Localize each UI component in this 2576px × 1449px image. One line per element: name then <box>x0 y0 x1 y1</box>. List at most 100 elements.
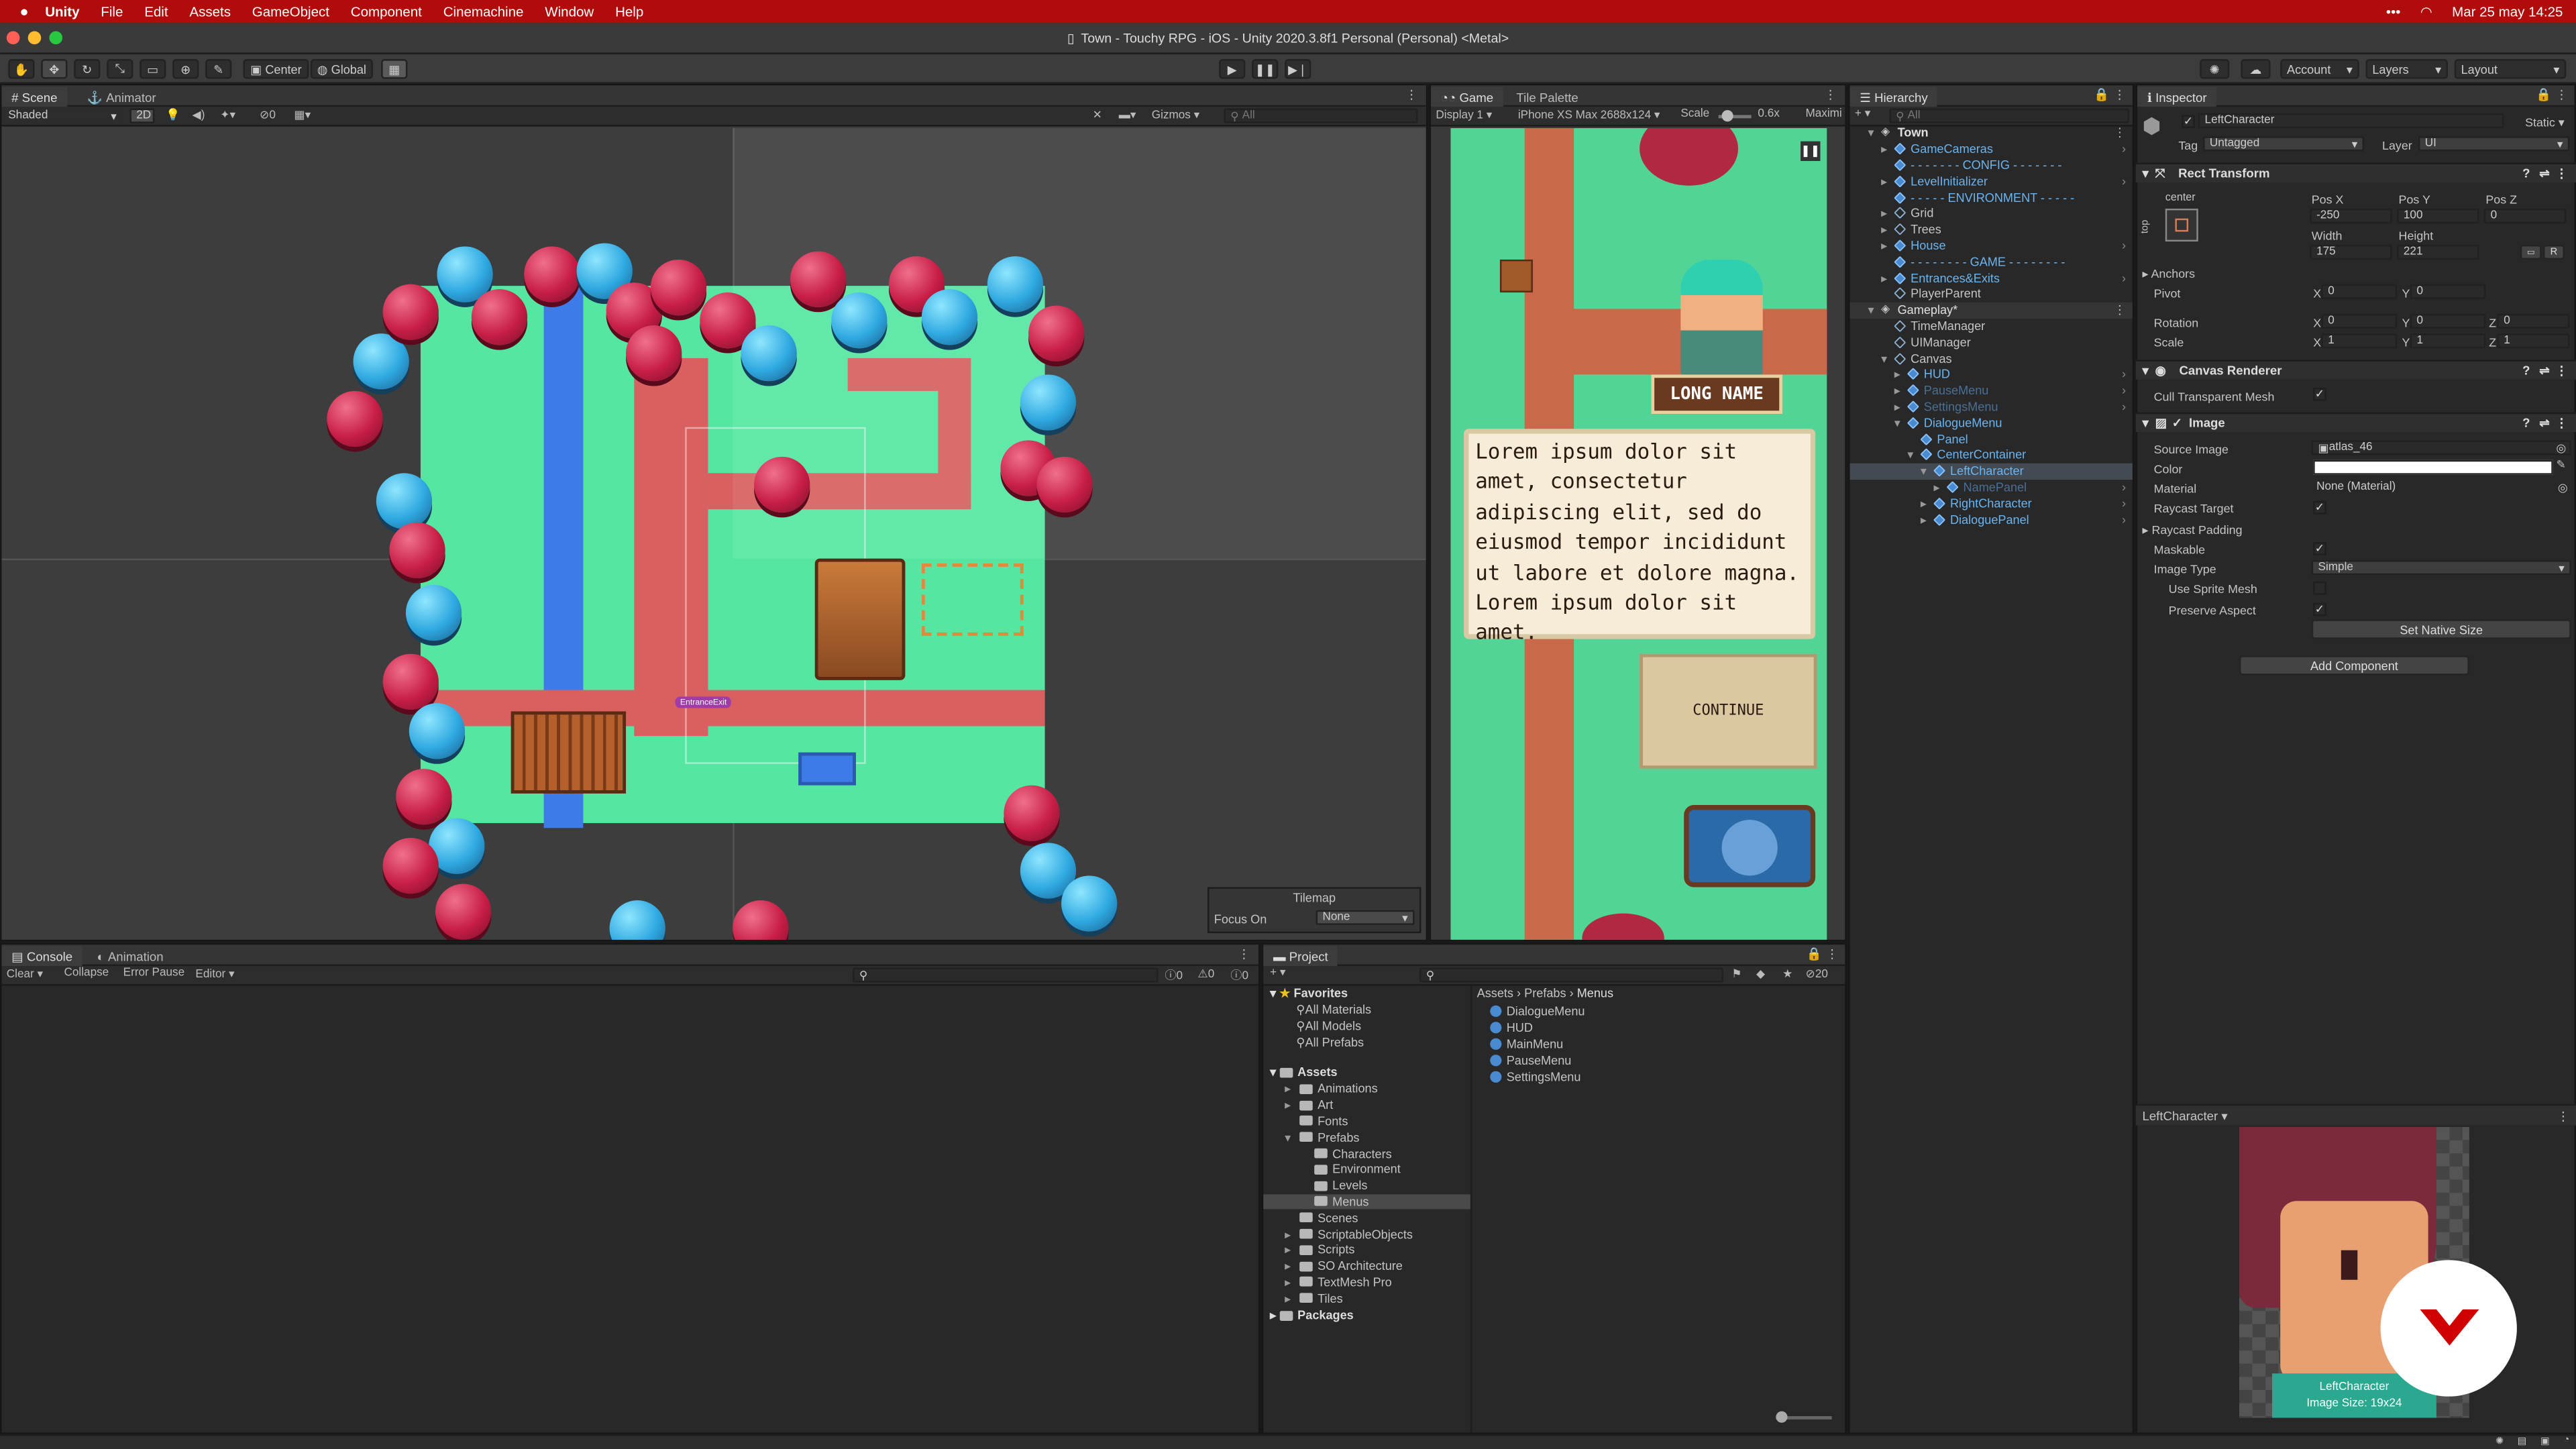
log-count-toggle[interactable]: ⓘ0 <box>1165 967 1183 983</box>
create-asset-button[interactable]: + ▾ <box>1270 966 1285 979</box>
shading-dropdown[interactable]: Shaded ▾ <box>3 108 122 123</box>
raycast-padding-foldout[interactable]: ▸ Raycast Padding <box>2142 523 2242 537</box>
zoom-slider[interactable] <box>1776 1411 1832 1423</box>
cull-mesh-checkbox[interactable]: ✓ <box>2313 387 2326 401</box>
prefab-open-chevron-icon[interactable]: › <box>2122 512 2126 527</box>
prefab-open-chevron-icon[interactable]: › <box>2122 367 2126 382</box>
grid-snap-icon[interactable]: ▦ <box>381 59 408 79</box>
project-folder-item[interactable]: ▸ SO Architecture <box>1263 1258 1470 1274</box>
posx-field[interactable]: -250 <box>2310 209 2392 224</box>
hierarchy-row[interactable]: Panel <box>1850 431 2133 447</box>
status-icon[interactable]: ▣ <box>2540 1436 2550 1448</box>
hierarchy-row[interactable]: TimeManager <box>1850 318 2133 334</box>
component-menu-icon[interactable]: ⋮ <box>2555 166 2568 180</box>
posy-field[interactable]: 100 <box>2397 209 2479 224</box>
favorite-star-icon[interactable]: ★ <box>1782 967 1792 981</box>
scale-slider-thumb[interactable] <box>1721 110 1733 122</box>
hidden-objects-icon[interactable]: ⊘0 <box>260 109 276 121</box>
favorite-item[interactable]: ⚲ All Materials <box>1263 1002 1470 1018</box>
zoom-window-button[interactable] <box>49 31 63 45</box>
chevron-right-icon[interactable]: ▸ <box>1894 399 1908 414</box>
chevron-right-icon[interactable]: ▸ <box>1881 238 1894 253</box>
layer-dropdown[interactable]: UI ▾ <box>2418 136 2570 152</box>
maximize-toggle[interactable]: Maximi <box>1805 109 1841 120</box>
zoom-slider-thumb[interactable] <box>1776 1411 1788 1423</box>
preset-icon[interactable]: ⇌ <box>2539 416 2550 431</box>
use-sprite-mesh-checkbox[interactable] <box>2313 581 2326 595</box>
favorite-item[interactable]: ⚲ All Models <box>1263 1018 1470 1034</box>
console-search-input[interactable]: ⚲ <box>853 967 1159 983</box>
editor-dropdown[interactable]: Editor ▾ <box>195 967 234 981</box>
project-file-item[interactable]: SettingsMenu <box>1487 1068 1840 1084</box>
hidden-packages-toggle[interactable]: ⊘20 <box>1805 967 1827 981</box>
hierarchy-row[interactable]: ▾ ◈ Gameplay* ⋮ <box>1849 302 2133 319</box>
hierarchy-row[interactable]: ▸ HUD › <box>1850 366 2133 382</box>
menu-gameobject[interactable]: GameObject <box>252 3 329 19</box>
hierarchy-search-input[interactable]: ⚲ All <box>1889 108 2129 123</box>
account-dropdown[interactable]: Account ▾ <box>2280 59 2359 79</box>
hierarchy-row[interactable]: ▸ Grid <box>1850 205 2133 221</box>
hierarchy-row[interactable]: ▾ LeftCharacter <box>1849 463 2133 480</box>
object-name-field[interactable]: LeftCharacter <box>2198 113 2504 129</box>
chevron-right-icon[interactable]: ▸ <box>1285 1258 1299 1273</box>
favorites-header[interactable]: ▾ ★ Favorites <box>1263 985 1470 1002</box>
packages-header[interactable]: ▸ Packages <box>1263 1307 1470 1324</box>
project-file-item[interactable]: PauseMenu <box>1487 1052 1840 1068</box>
hierarchy-row[interactable]: - - - - - - - CONFIG - - - - - - - <box>1850 157 2133 173</box>
error-pause-button[interactable]: Error Pause <box>123 967 184 979</box>
project-file-item[interactable]: HUD <box>1487 1020 1840 1036</box>
help-icon[interactable]: ? <box>2522 166 2530 180</box>
tab-scene[interactable]: # Scene <box>1 87 68 107</box>
menu-assets[interactable]: Assets <box>189 3 231 19</box>
material-field[interactable]: None (Material) ◎ <box>2312 480 2571 494</box>
height-field[interactable]: 221 <box>2397 244 2479 260</box>
breadcrumb-menus[interactable]: Menus <box>1577 985 1613 1000</box>
prefab-open-chevron-icon[interactable]: › <box>2122 270 2126 285</box>
scene-menu-icon[interactable]: ⋮ <box>2114 125 2126 140</box>
menu-component[interactable]: Component <box>351 3 422 19</box>
rotation-z-field[interactable]: 0 <box>2497 313 2570 329</box>
anchors-foldout[interactable]: ▸ Anchors <box>2142 266 2195 281</box>
object-picker-icon[interactable]: ◎ <box>2558 480 2568 494</box>
blueprint-mode-button[interactable]: ▭ <box>2520 244 2542 260</box>
wifi-icon[interactable]: ◠ <box>2420 3 2432 19</box>
help-icon[interactable]: ? <box>2522 416 2530 431</box>
tab-tile-palette[interactable]: Tile Palette <box>1507 87 1589 107</box>
pivot-y-field[interactable]: 0 <box>2410 284 2486 299</box>
hierarchy-row[interactable]: - - - - - - - - GAME - - - - - - - - <box>1850 254 2133 270</box>
hierarchy-row[interactable]: UIManager <box>1850 334 2133 350</box>
chevron-right-icon[interactable]: ▸ <box>1881 222 1894 237</box>
warning-count-toggle[interactable]: ⚠0 <box>1197 967 1214 981</box>
enable-checkbox-icon[interactable]: ✓ <box>2172 416 2183 431</box>
object-picker-icon[interactable]: ◎ <box>2556 442 2566 453</box>
lock-icon[interactable]: 🔒 <box>2536 87 2551 102</box>
chevron-down-icon[interactable]: ▾ <box>1894 415 1908 430</box>
menubar-datetime[interactable]: Mar 25 may 14:25 <box>2452 3 2563 19</box>
rect-tool-icon[interactable]: ▭ <box>140 59 166 79</box>
help-icon[interactable]: ? <box>2522 363 2530 378</box>
project-folder-item[interactable]: Scenes <box>1263 1210 1470 1226</box>
collapse-button[interactable]: Collapse <box>64 967 109 979</box>
panel-menu-icon[interactable]: ⋮ <box>2557 1108 2570 1123</box>
camera-icon[interactable]: ▬▾ <box>1119 109 1136 121</box>
continue-button[interactable]: CONTINUE <box>1640 653 1817 769</box>
status-icon[interactable]: ✺ <box>2496 1436 2504 1448</box>
prefab-open-chevron-icon[interactable]: › <box>2122 174 2126 189</box>
rect-transform-header[interactable]: ▾ ⤧ Rect Transform ? ⇌ ⋮ <box>2135 162 2576 182</box>
preserve-aspect-checkbox[interactable]: ✓ <box>2313 602 2326 616</box>
create-button[interactable]: + ▾ <box>1855 107 1870 120</box>
chevron-right-icon[interactable]: ▸ <box>1894 383 1908 398</box>
menu-window[interactable]: Window <box>545 3 594 19</box>
hierarchy-row[interactable]: ▸ Entrances&Exits › <box>1850 270 2133 286</box>
audio-icon[interactable]: ◀) <box>193 109 205 121</box>
chevron-right-icon[interactable]: ▸ <box>1933 480 1947 494</box>
panel-menu-icon[interactable]: ⋮ <box>1405 87 1418 102</box>
prefab-open-chevron-icon[interactable]: › <box>2122 238 2126 253</box>
posz-field[interactable]: 0 <box>2483 209 2567 224</box>
hierarchy-row[interactable]: ▸ SettingsMenu › <box>1850 398 2133 415</box>
space-toggle[interactable]: ◍ Global <box>310 59 373 79</box>
prefab-open-chevron-icon[interactable]: › <box>2122 142 2126 156</box>
project-file-item[interactable]: MainMenu <box>1487 1036 1840 1052</box>
tag-dropdown[interactable]: Untagged ▾ <box>2203 136 2365 152</box>
status-icon[interactable]: ◔ <box>2563 1436 2569 1446</box>
